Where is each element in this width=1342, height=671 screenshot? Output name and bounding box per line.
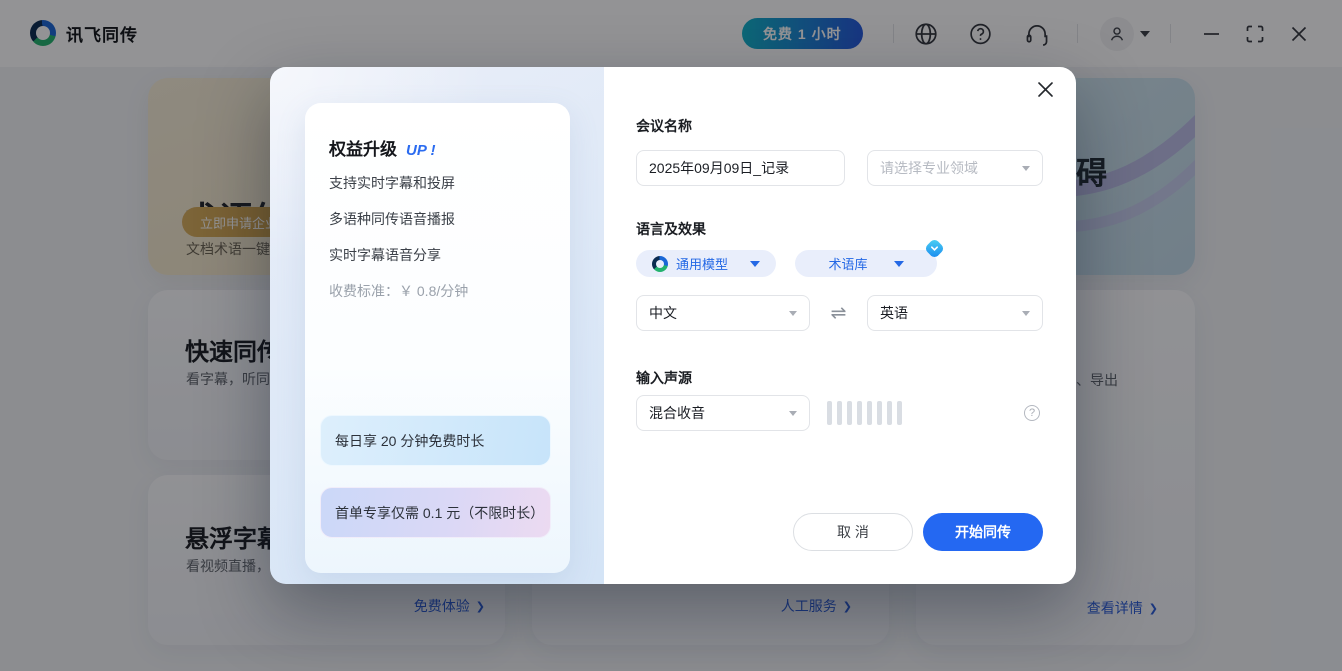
volume-level-meter xyxy=(827,401,902,425)
iflytek-logo-icon xyxy=(652,256,668,272)
target-language-value: 英语 xyxy=(880,303,908,323)
domain-select[interactable]: 请选择专业领域 xyxy=(867,150,1043,186)
source-language-value: 中文 xyxy=(649,303,677,323)
start-interpretation-dialog: 权益升级 UP ! 支持实时字幕和投屏 多语种同传语音播报 实时字幕语音分享 收… xyxy=(270,67,1076,584)
meeting-name-input[interactable] xyxy=(636,150,845,186)
target-language-select[interactable]: 英语 xyxy=(867,295,1043,331)
chevron-down-icon xyxy=(1022,311,1030,316)
start-interpretation-button[interactable]: 开始同传 xyxy=(923,513,1043,551)
source-language-select[interactable]: 中文 xyxy=(636,295,810,331)
first-order-badge: 首单专享仅需 0.1 元（不限时长） xyxy=(320,487,551,538)
audio-source-select[interactable]: 混合收音 xyxy=(636,395,810,431)
benefit-item: 支持实时字幕和投屏 xyxy=(329,173,455,193)
benefit-item: 多语种同传语音播报 xyxy=(329,209,455,229)
chevron-down-icon xyxy=(750,261,760,267)
meeting-form: 会议名称 请选择专业领域 语言及效果 通用模型 术语库 xyxy=(604,67,1076,584)
audio-source-value: 混合收音 xyxy=(649,403,705,423)
chevron-down-icon xyxy=(789,411,797,416)
terms-pill-label: 术语库 xyxy=(828,254,867,273)
chevron-down-icon xyxy=(1022,166,1030,171)
model-pill-label: 通用模型 xyxy=(676,254,728,273)
daily-free-badge: 每日享 20 分钟免费时长 xyxy=(320,415,551,466)
benefits-title: 权益升级 xyxy=(329,135,397,160)
swap-languages-icon[interactable]: ⇌ xyxy=(810,295,867,331)
benefits-panel: 权益升级 UP ! 支持实时字幕和投屏 多语种同传语音播报 实时字幕语音分享 收… xyxy=(270,67,604,584)
language-section-label: 语言及效果 xyxy=(636,219,706,239)
vip-badge-icon xyxy=(924,238,945,259)
benefit-item: 实时字幕语音分享 xyxy=(329,245,441,265)
chevron-down-icon xyxy=(894,261,904,267)
meeting-name-label: 会议名称 xyxy=(636,116,692,136)
cancel-button[interactable]: 取 消 xyxy=(793,513,913,551)
benefits-card: 权益升级 UP ! 支持实时字幕和投屏 多语种同传语音播报 实时字幕语音分享 收… xyxy=(305,103,570,573)
domain-placeholder: 请选择专业领域 xyxy=(880,158,978,178)
terminology-select-pill[interactable]: 术语库 xyxy=(795,250,937,277)
audio-source-label: 输入声源 xyxy=(636,368,692,388)
model-select-pill[interactable]: 通用模型 xyxy=(636,250,776,277)
chevron-down-icon xyxy=(789,311,797,316)
up-badge: UP ! xyxy=(406,142,435,159)
pricing-note: 收费标准：￥ 0.8/分钟 xyxy=(329,281,468,301)
dialog-close-icon[interactable] xyxy=(1034,80,1056,102)
audio-help-icon[interactable]: ? xyxy=(1024,405,1040,421)
